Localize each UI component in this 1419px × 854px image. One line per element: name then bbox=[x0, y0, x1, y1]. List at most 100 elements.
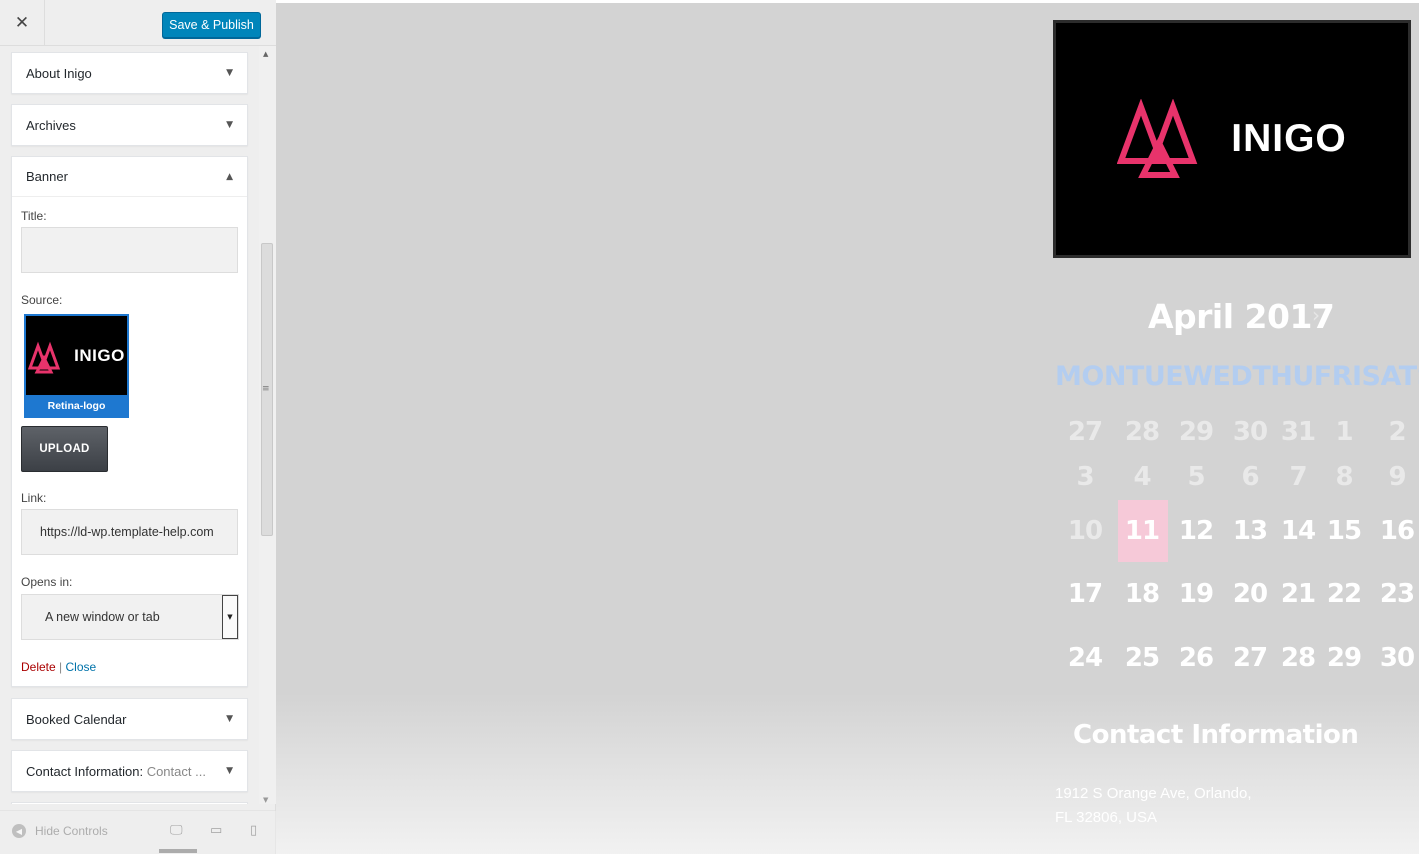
calendar-day[interactable]: 28 bbox=[1272, 643, 1324, 673]
widget-contact-information[interactable]: Contact Information: Contact ... ▼ bbox=[11, 750, 248, 792]
arrow-left-circle-icon: ◀ bbox=[12, 824, 26, 838]
close-customizer-button[interactable]: ✕ bbox=[0, 0, 45, 46]
widget-archives[interactable]: Archives ▼ bbox=[11, 104, 248, 146]
widget-header[interactable]: Archives ▼ bbox=[12, 105, 247, 145]
mobile-icon[interactable]: ▯ bbox=[250, 823, 257, 838]
widget-panel: About Inigo ▼ Archives ▼ Banner ▲ Title:… bbox=[0, 46, 260, 804]
title-input[interactable] bbox=[21, 227, 238, 273]
separator: | bbox=[59, 660, 63, 674]
link-input[interactable]: https://ld-wp.template-help.com bbox=[21, 509, 238, 555]
widget-title: Archives bbox=[26, 117, 76, 133]
tablet-icon[interactable]: ▭ bbox=[210, 823, 222, 838]
banner-image[interactable]: INIGO bbox=[1053, 20, 1411, 258]
calendar-month-title: April 2017 bbox=[1148, 297, 1335, 336]
calendar-day: 10 bbox=[1067, 516, 1103, 546]
calendar-day: 28 bbox=[1124, 417, 1160, 447]
select-value: A new window or tab bbox=[45, 610, 160, 624]
customizer-sidebar: ✕ Save & Publish About Inigo ▼ Archives … bbox=[0, 0, 276, 854]
calendar-day[interactable]: 26 bbox=[1170, 643, 1222, 673]
widget-title-text: Contact Information: bbox=[26, 763, 144, 779]
calendar-day: 4 bbox=[1133, 462, 1151, 492]
site-preview: INIGO April 2017 › MONTUEWEDTHUFRISATSUN… bbox=[276, 0, 1419, 854]
widget-about[interactable]: About Inigo ▼ bbox=[11, 52, 248, 94]
scroll-down-icon[interactable]: ▼ bbox=[263, 796, 268, 804]
calendar-day: 8 bbox=[1335, 462, 1353, 492]
widget-title: Contact Information: Contact ... bbox=[26, 764, 206, 779]
widget-banner: Banner ▲ Title: Source: INIGO Retina-log… bbox=[11, 156, 248, 687]
calendar-day: 29 bbox=[1178, 417, 1214, 447]
widget-subtitle: Contact ... bbox=[146, 763, 206, 779]
inigo-logo: INIGO bbox=[26, 316, 127, 395]
title-label: Title: bbox=[21, 209, 47, 223]
contact-heading: Contact Information bbox=[1073, 720, 1359, 750]
opens-in-select[interactable]: A new window or tab ▼ bbox=[21, 594, 239, 640]
calendar-day[interactable]: 13 bbox=[1224, 516, 1276, 546]
widget-title: Banner bbox=[26, 169, 68, 184]
calendar-day: 6 bbox=[1241, 462, 1259, 492]
widget-header[interactable]: About Inigo ▼ bbox=[12, 53, 247, 93]
calendar-day[interactable]: 19 bbox=[1170, 579, 1222, 609]
calendar-day: 30 bbox=[1232, 417, 1268, 447]
chevron-right-icon[interactable]: › bbox=[1312, 303, 1320, 327]
opens-in-label: Opens in: bbox=[21, 575, 73, 589]
widget-actions: Delete | Close bbox=[21, 660, 96, 674]
calendar-day[interactable]: 15 bbox=[1318, 516, 1370, 546]
calendar-day: 5 bbox=[1187, 462, 1205, 492]
calendar-day[interactable]: 23 bbox=[1371, 579, 1419, 609]
calendar-day: 31 bbox=[1280, 417, 1316, 447]
calendar-day[interactable]: 27 bbox=[1224, 643, 1276, 673]
close-link[interactable]: Close bbox=[66, 660, 97, 674]
chevron-down-icon[interactable]: ▼ bbox=[226, 120, 233, 130]
widget-title: About Inigo bbox=[26, 65, 92, 81]
hide-controls-label: Hide Controls bbox=[35, 824, 108, 838]
calendar-day[interactable]: 24 bbox=[1059, 643, 1111, 673]
widget-header[interactable]: Banner ▲ bbox=[12, 157, 247, 197]
calendar-day-headers: MONTUEWEDTHUFRISATSUN bbox=[1055, 361, 1419, 392]
calendar-day: 3 bbox=[1076, 462, 1094, 492]
upload-button[interactable]: UPLOAD bbox=[21, 426, 108, 472]
source-image-thumbnail[interactable]: INIGO Retina-logo bbox=[24, 314, 129, 418]
widget-header[interactable]: Booked Calendar ▼ bbox=[12, 699, 247, 739]
calendar-day[interactable]: 11 bbox=[1116, 516, 1168, 546]
calendar-day[interactable]: 17 bbox=[1059, 579, 1111, 609]
calendar-day: 9 bbox=[1388, 462, 1406, 492]
calendar-day[interactable]: 18 bbox=[1116, 579, 1168, 609]
logo-text: INIGO bbox=[74, 345, 125, 365]
save-publish-button[interactable]: Save & Publish bbox=[162, 12, 261, 38]
contact-address-line2: FL 32806, USA bbox=[1055, 809, 1158, 826]
calendar-day[interactable]: 29 bbox=[1318, 643, 1370, 673]
delete-link[interactable]: Delete bbox=[21, 660, 56, 674]
customizer-header: ✕ Save & Publish bbox=[0, 0, 276, 46]
calendar-day[interactable]: 30 bbox=[1371, 643, 1419, 673]
calendar-day[interactable]: 12 bbox=[1170, 516, 1222, 546]
calendar-day: 27 bbox=[1067, 417, 1103, 447]
hide-controls-button[interactable]: ◀ Hide Controls bbox=[12, 824, 108, 838]
link-label: Link: bbox=[21, 491, 47, 505]
calendar-day: 1 bbox=[1335, 417, 1353, 447]
calendar-day[interactable]: 25 bbox=[1116, 643, 1168, 673]
widget-booked-calendar[interactable]: Booked Calendar ▼ bbox=[11, 698, 248, 740]
scroll-up-icon[interactable]: ▲ bbox=[263, 50, 268, 58]
desktop-icon[interactable]: 🖵 bbox=[170, 823, 183, 838]
chevron-down-icon[interactable]: ▼ bbox=[226, 714, 233, 724]
active-device-indicator bbox=[159, 849, 197, 853]
calendar-day: 7 bbox=[1289, 462, 1307, 492]
widget-header[interactable]: Contact Information: Contact ... ▼ bbox=[12, 751, 247, 791]
calendar-day[interactable]: 16 bbox=[1371, 516, 1419, 546]
calendar-day[interactable]: 22 bbox=[1318, 579, 1370, 609]
calendar-day[interactable]: 14 bbox=[1272, 516, 1324, 546]
source-label: Source: bbox=[21, 293, 63, 307]
calendar-day: 2 bbox=[1388, 417, 1406, 447]
calendar-day[interactable]: 20 bbox=[1224, 579, 1276, 609]
chevron-up-icon[interactable]: ▲ bbox=[226, 172, 233, 182]
calendar-day[interactable]: 21 bbox=[1272, 579, 1324, 609]
inigo-logo-mark-icon bbox=[1117, 99, 1198, 178]
contact-address-line1: 1912 S Orange Ave, Orlando, bbox=[1055, 785, 1252, 802]
widget-next-partial[interactable] bbox=[11, 802, 248, 804]
chevron-down-icon[interactable]: ▼ bbox=[226, 68, 233, 78]
dropdown-arrow-icon[interactable]: ▼ bbox=[222, 595, 238, 639]
chevron-down-icon[interactable]: ▼ bbox=[226, 766, 233, 776]
sidebar-scrollbar[interactable]: ▲ ≡ ▼ bbox=[259, 46, 276, 804]
close-icon: ✕ bbox=[14, 13, 30, 33]
inigo-logo-mark-icon bbox=[28, 341, 61, 373]
